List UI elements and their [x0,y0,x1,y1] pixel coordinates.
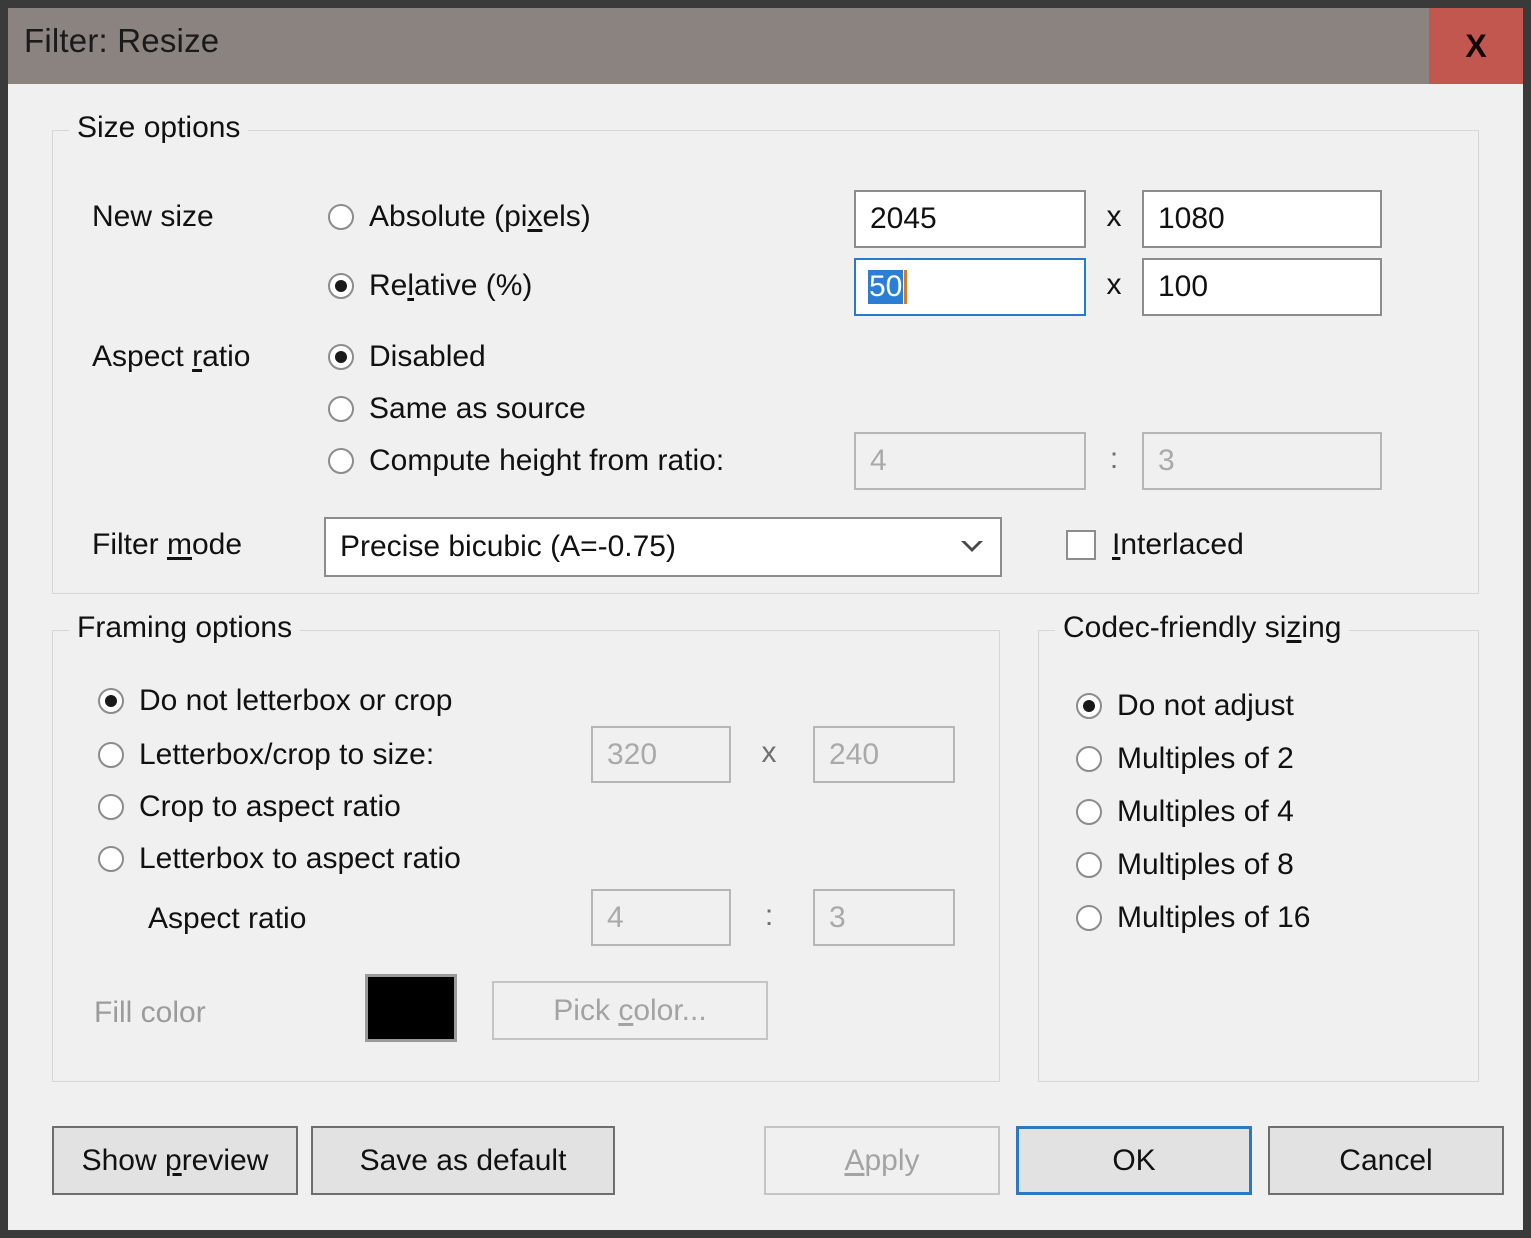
compute-ratio-height-input[interactable]: 3 [1142,432,1382,490]
compute-ratio-separator: : [1109,442,1119,475]
radio-aspect-compute-height[interactable]: Compute height from ratio: [328,444,724,478]
new-size-label: New size [92,200,214,233]
radio-label: Multiples of 2 [1117,742,1294,775]
relative-width-input[interactable]: 50 [854,258,1086,316]
text-cursor [904,270,908,304]
framing-aspect-ratio-label: Aspect ratio [148,902,307,935]
radio-do-not-letterbox[interactable]: Do not letterbox or crop [98,684,453,718]
radio-relative-percent[interactable]: Relative (%) [328,269,532,303]
filter-mode-select[interactable]: Precise bicubic (A=-0.75) [324,517,1002,577]
radio-letterbox-to-aspect-ratio[interactable]: Letterbox to aspect ratio [98,842,461,876]
radio-multiples-of-4[interactable]: Multiples of 4 [1076,795,1294,829]
aspect-ratio-label: Aspect ratio [92,340,251,373]
ok-button[interactable]: OK [1016,1126,1252,1195]
radio-mark [1076,905,1102,931]
radio-label: Multiples of 4 [1117,795,1294,828]
radio-mark [328,448,354,474]
radio-mark [1076,852,1102,878]
framing-aspect-width-input[interactable]: 4 [591,889,731,946]
radio-label: Crop to aspect ratio [139,790,401,823]
radio-mark [98,742,124,768]
radio-label: Letterbox to aspect ratio [139,842,461,875]
dialog-body: Size options New size Absolute (pixels) … [8,84,1523,1230]
checkbox-label: Interlaced [1112,528,1244,561]
show-preview-label: Show preview [81,1143,269,1177]
radio-mark [1076,693,1102,719]
framing-aspect-height-input[interactable]: 3 [813,889,955,946]
radio-mark [328,396,354,422]
pick-color-button[interactable]: Pick color... [492,981,768,1040]
radio-label: Multiples of 16 [1117,901,1311,934]
radio-mark [1076,799,1102,825]
relative-size-x-separator: x [1106,268,1122,301]
radio-label: Same as source [369,392,586,425]
radio-absolute-pixels[interactable]: Absolute (pixels) [328,200,591,234]
radio-mark [98,846,124,872]
filter-mode-value: Precise bicubic (A=-0.75) [340,530,676,563]
chevron-down-icon [944,538,1000,556]
radio-multiples-of-16[interactable]: Multiples of 16 [1076,901,1310,935]
title-bar: Filter: Resize X [8,8,1523,84]
radio-multiples-of-2[interactable]: Multiples of 2 [1076,742,1294,776]
checkbox-box [1066,530,1096,560]
letterbox-width-input[interactable]: 320 [591,726,731,783]
absolute-height-input[interactable]: 1080 [1142,190,1382,248]
codec-sizing-title: Codec-friendly sizing [1055,611,1350,645]
size-options-title: Size options [69,111,249,145]
pick-color-label: Pick color... [553,993,707,1027]
radio-crop-to-aspect-ratio[interactable]: Crop to aspect ratio [98,790,401,824]
radio-label: Disabled [369,340,486,373]
radio-letterbox-crop-to-size[interactable]: Letterbox/crop to size: [98,738,434,772]
radio-do-not-adjust[interactable]: Do not adjust [1076,689,1294,723]
relative-height-input[interactable]: 100 [1142,258,1382,316]
apply-button[interactable]: Apply [764,1126,1000,1195]
letterbox-x-separator: x [761,736,777,769]
fill-color-swatch[interactable] [365,974,457,1042]
window-title: Filter: Resize [24,22,220,59]
fill-color-label: Fill color [94,996,206,1029]
radio-label: Do not adjust [1117,689,1294,722]
cancel-button[interactable]: Cancel [1268,1126,1504,1195]
compute-ratio-width-input[interactable]: 4 [854,432,1086,490]
radio-mark [328,204,354,230]
absolute-width-input[interactable]: 2045 [854,190,1086,248]
apply-label: Apply [844,1143,920,1177]
radio-label: Multiples of 8 [1117,848,1294,881]
relative-width-selected-text: 50 [868,270,904,304]
close-icon[interactable]: X [1429,8,1523,84]
absolute-size-x-separator: x [1106,200,1122,233]
radio-aspect-disabled[interactable]: Disabled [328,340,486,374]
radio-label: Absolute (pixels) [369,200,591,233]
radio-label: Do not letterbox or crop [139,684,453,717]
show-preview-button[interactable]: Show preview [52,1126,298,1195]
framing-aspect-separator: : [764,899,774,932]
framing-options-title: Framing options [69,611,301,645]
radio-mark [328,344,354,370]
radio-label: Compute height from ratio: [369,444,725,477]
filter-mode-label: Filter mode [92,528,243,561]
radio-label: Letterbox/crop to size: [139,738,435,771]
save-as-default-button[interactable]: Save as default [311,1126,615,1195]
radio-mark [98,688,124,714]
radio-mark [1076,746,1102,772]
radio-label: Relative (%) [369,269,533,302]
radio-multiples-of-8[interactable]: Multiples of 8 [1076,848,1294,882]
radio-aspect-same-as-source[interactable]: Same as source [328,392,586,426]
checkbox-interlaced[interactable]: Interlaced [1066,528,1244,562]
radio-mark [98,794,124,820]
radio-mark [328,273,354,299]
resize-filter-dialog: Filter: Resize X Size options New size A… [0,0,1531,1238]
letterbox-height-input[interactable]: 240 [813,726,955,783]
